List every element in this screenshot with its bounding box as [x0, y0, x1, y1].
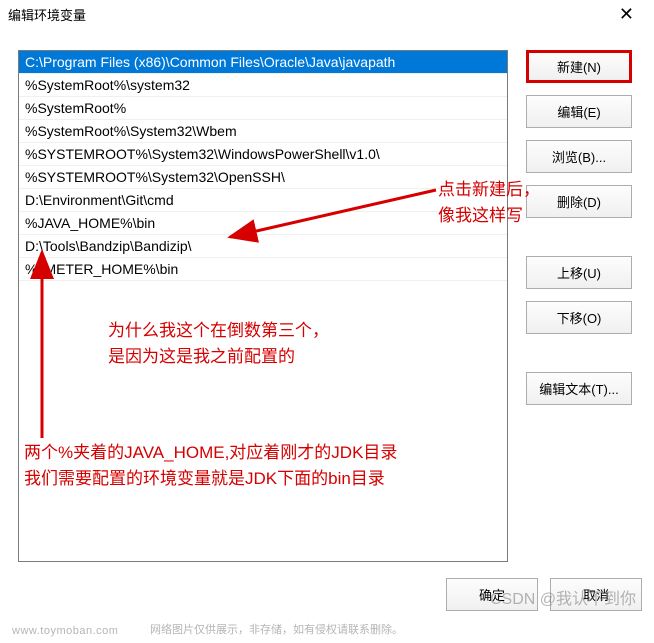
list-item[interactable]: %SystemRoot% — [19, 97, 507, 120]
list-item[interactable]: %SystemRoot%\system32 — [19, 74, 507, 97]
move-up-button[interactable]: 上移(U) — [526, 256, 632, 289]
title-bar: 编辑环境变量 ✕ — [0, 0, 654, 28]
list-item[interactable]: %SYSTEMROOT%\System32\WindowsPowerShell\… — [19, 143, 507, 166]
new-button[interactable]: 新建(N) — [526, 50, 632, 83]
watermark-csdn: CSDN @我认不到你 — [490, 585, 636, 609]
edit-text-button[interactable]: 编辑文本(T)... — [526, 372, 632, 405]
move-down-button[interactable]: 下移(O) — [526, 301, 632, 334]
list-item[interactable]: %SYSTEMROOT%\System32\OpenSSH\ — [19, 166, 507, 189]
main-content: C:\Program Files (x86)\Common Files\Orac… — [0, 28, 654, 572]
side-buttons: 新建(N) 编辑(E) 浏览(B)... 删除(D) 上移(U) 下移(O) 编… — [526, 50, 632, 562]
list-item[interactable]: D:\Environment\Git\cmd — [19, 189, 507, 212]
watermark-domain: www.toymoban.com — [12, 625, 118, 637]
delete-button[interactable]: 删除(D) — [526, 185, 632, 218]
path-listbox[interactable]: C:\Program Files (x86)\Common Files\Orac… — [18, 50, 508, 562]
watermark-note: 网络图片仅供展示，非存储，如有侵权请联系删除。 — [150, 621, 403, 637]
list-item[interactable]: %JAVA_HOME%\bin — [19, 212, 507, 235]
edit-button[interactable]: 编辑(E) — [526, 95, 632, 128]
close-icon[interactable]: ✕ — [607, 4, 646, 25]
list-item[interactable]: D:\Tools\Bandzip\Bandizip\ — [19, 235, 507, 258]
browse-button[interactable]: 浏览(B)... — [526, 140, 632, 173]
list-item[interactable]: %JMETER_HOME%\bin — [19, 258, 507, 281]
list-item[interactable]: C:\Program Files (x86)\Common Files\Orac… — [19, 51, 507, 74]
window-title: 编辑环境变量 — [8, 5, 86, 24]
list-item[interactable]: %SystemRoot%\System32\Wbem — [19, 120, 507, 143]
